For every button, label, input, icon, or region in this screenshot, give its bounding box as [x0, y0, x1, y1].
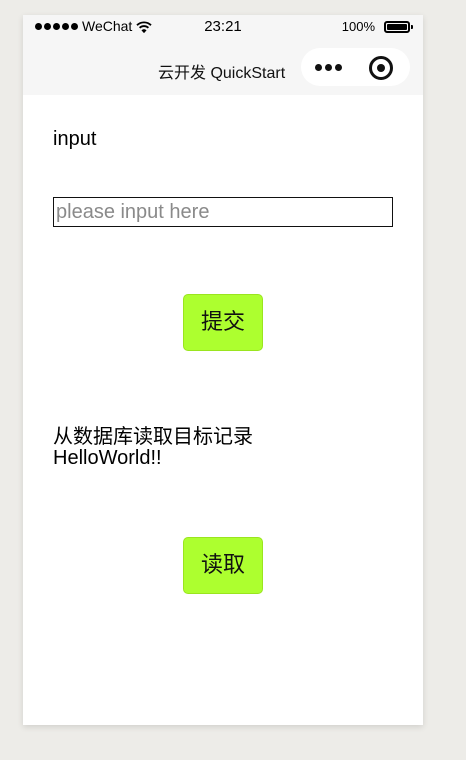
record-value: HelloWorld!!	[53, 447, 162, 469]
target-circle-icon[interactable]	[361, 48, 410, 86]
submit-button[interactable]: 提交	[183, 294, 263, 351]
battery-icon	[384, 21, 413, 33]
status-bar: WeChat 23:21 100%	[23, 15, 423, 39]
phone-screen: WeChat 23:21 100% 云开发 QuickStart input p…	[23, 15, 423, 725]
menu-capsule	[301, 48, 410, 86]
record-caption: 从数据库读取目标记录	[53, 424, 253, 448]
read-button[interactable]: 读取	[183, 537, 263, 594]
text-input[interactable]	[53, 197, 393, 227]
input-label: input	[53, 128, 97, 150]
battery-percent: 100%	[341, 19, 375, 34]
nav-title: 云开发 QuickStart	[158, 65, 286, 82]
battery-fill	[387, 24, 407, 30]
more-dots-icon[interactable]	[301, 48, 357, 86]
navigation-bar: 云开发 QuickStart	[23, 39, 423, 95]
